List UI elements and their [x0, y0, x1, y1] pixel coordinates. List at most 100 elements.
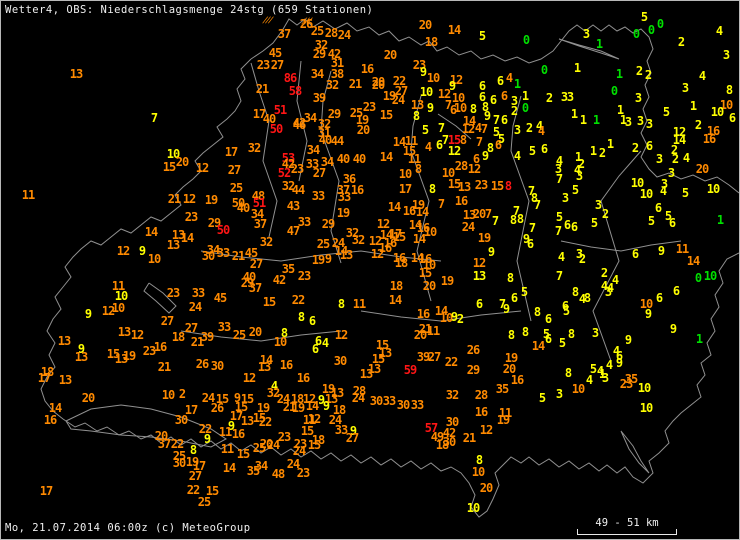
station-value: 16 [231, 427, 245, 441]
station-value: 22 [444, 355, 458, 369]
station-value: 14 [305, 399, 319, 413]
station-value: 10 [571, 382, 585, 396]
station-value: 20 [472, 207, 486, 221]
station-value: 8 [571, 285, 579, 299]
station-value: 11 [218, 425, 232, 439]
station-value: 2 [635, 64, 643, 78]
station-value: 9 [322, 399, 330, 413]
station-value: 4 [585, 373, 593, 387]
station-value: 12 [130, 328, 144, 342]
station-value: 9 [615, 356, 623, 370]
station-value: 8 [507, 328, 515, 342]
station-value: 29 [312, 47, 326, 61]
station-value: 3 [513, 123, 521, 137]
station-value: 19 [204, 193, 218, 207]
station-value: 9 [669, 322, 677, 336]
station-value: 47 [286, 224, 300, 238]
station-value: 51 [273, 103, 287, 117]
station-value: 8 [412, 109, 420, 123]
station-value: 16 [296, 371, 310, 385]
station-value: 33 [191, 286, 205, 300]
station-value: 10 [398, 167, 412, 181]
station-value: 27 [184, 321, 198, 335]
station-value: 20 [356, 123, 370, 137]
station-value: 0 [540, 63, 548, 77]
station-value: 14 [388, 293, 402, 307]
station-value: 6 [728, 111, 736, 125]
station-value: 10 [147, 252, 161, 266]
station-value: 2 [677, 35, 685, 49]
station-value: 21 [157, 360, 171, 374]
station-value: 10 [639, 401, 653, 415]
station-value: 37 [253, 217, 267, 231]
station-value: 19 [336, 206, 350, 220]
station-value: 10 [111, 301, 125, 315]
station-value: 7 [437, 197, 445, 211]
station-value: 11 [352, 297, 366, 311]
station-value: 17 [388, 227, 402, 241]
station-value: 0 [694, 271, 702, 285]
station-value: 21 [255, 82, 269, 96]
station-value: 0 [656, 17, 664, 31]
station-value: 32 [247, 141, 261, 155]
station-value: 10 [639, 187, 653, 201]
station-value: 1 [595, 37, 603, 51]
station-value: 2 [578, 252, 586, 266]
station-value: 1 [579, 113, 587, 127]
station-value: 19 [477, 231, 491, 245]
status-bar-datetime: Mo, 21.07.2014 06:00z (c) MeteoGroup [5, 522, 251, 534]
map-scale-bar: 49 - 51 km [577, 517, 677, 536]
station-value: 3 [575, 169, 583, 183]
station-value: 23 [290, 162, 304, 176]
station-value: 3 [601, 371, 609, 385]
station-value: 12 [370, 247, 384, 261]
station-value: 25 [197, 495, 211, 509]
station-value: 11 [21, 188, 35, 202]
station-value: 10 [273, 335, 287, 349]
station-value: 22 [258, 415, 272, 429]
station-value: 24 [351, 391, 365, 405]
station-value: 6 [654, 201, 662, 215]
station-value: 0 [610, 84, 618, 98]
station-value: 12 [472, 256, 486, 270]
station-value: 40 [318, 133, 332, 147]
station-value: 21 [231, 249, 245, 263]
station-value: 23 [277, 430, 291, 444]
station-value: 3 [582, 27, 590, 41]
station-value: 8 [297, 310, 305, 324]
station-value: 3 [655, 152, 663, 166]
station-value: 2 [671, 152, 679, 166]
station-value: 9 [324, 252, 332, 266]
station-value: 10 [703, 269, 717, 283]
station-value: 8 [414, 162, 422, 176]
station-value: 6 [494, 138, 502, 152]
station-value: 59 [403, 363, 417, 377]
station-value: 20 [371, 75, 385, 89]
station-value: 16 [350, 183, 364, 197]
station-value: 14 [144, 225, 158, 239]
station-value: 17 [37, 371, 51, 385]
station-value: 35 [495, 382, 509, 396]
station-value: 2 [601, 207, 609, 221]
station-value: 22 [291, 293, 305, 307]
station-value: 2 [600, 266, 608, 280]
station-value: 20 [479, 481, 493, 495]
station-value: 2 [644, 68, 652, 82]
station-value: 33 [311, 189, 325, 203]
station-value: 6 [311, 342, 319, 356]
station-value: 3 [566, 90, 574, 104]
station-value: 10 [453, 101, 467, 115]
station-value: 6 [540, 142, 548, 156]
station-value: 14 [686, 254, 700, 268]
station-value: 25 [232, 328, 246, 342]
station-value: 40 [352, 152, 366, 166]
station-value: 3 [636, 114, 644, 128]
station-value: 4 [505, 71, 513, 85]
station-value: 3 [667, 166, 675, 180]
station-value: 5 [590, 216, 598, 230]
station-value: 10 [419, 85, 433, 99]
station-value: 17 [39, 484, 53, 498]
station-value: 20 [422, 279, 436, 293]
station-value: 29 [321, 217, 335, 231]
station-value: 0 [522, 33, 530, 47]
